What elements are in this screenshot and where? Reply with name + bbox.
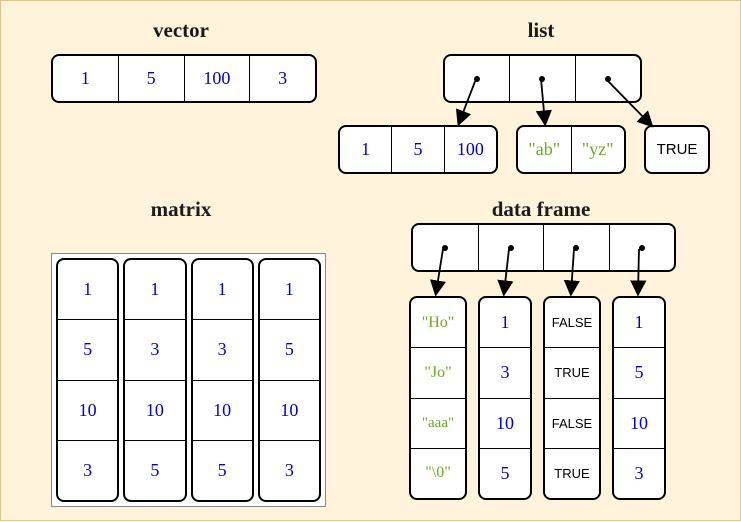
df-cell: 10 [614, 398, 664, 448]
df-cell: 1 [480, 298, 530, 347]
dataframe-col-logical: FALSE TRUE FALSE TRUE [543, 296, 601, 500]
matrix-cell: 10 [125, 380, 184, 440]
df-cell: 5 [480, 448, 530, 498]
matrix-box: 1 5 10 3 1 3 10 5 1 3 10 5 1 5 10 3 [51, 253, 326, 507]
list-parent-box [443, 54, 642, 103]
pointer-dot-icon [539, 76, 545, 82]
matrix-cell: 1 [125, 260, 184, 319]
df-cell: FALSE [545, 298, 599, 347]
matrix-cell: 10 [193, 380, 252, 440]
title-dataframe: data frame [441, 197, 641, 222]
matrix-cell: 3 [193, 319, 252, 379]
matrix-column: 1 5 10 3 [258, 258, 321, 502]
list-num-cell: 100 [444, 127, 496, 172]
pointer-dot-icon [639, 245, 645, 251]
dataframe-slot [413, 225, 478, 270]
df-cell: FALSE [545, 398, 599, 448]
vector-cell: 5 [118, 56, 184, 101]
dataframe-slot [609, 225, 675, 270]
df-cell: TRUE [545, 448, 599, 498]
list-num-cell: 1 [340, 127, 391, 172]
title-vector: vector [111, 18, 251, 43]
matrix-cell: 10 [260, 380, 319, 440]
matrix-column: 1 3 10 5 [123, 258, 186, 502]
list-num-cell: 5 [391, 127, 443, 172]
df-cell: "Jo" [411, 347, 465, 397]
list-str-cell: "yz" [571, 127, 625, 172]
vector-cell: 100 [184, 56, 250, 101]
vector-cell: 3 [249, 56, 315, 101]
matrix-cell: 3 [58, 440, 117, 500]
df-cell: 3 [614, 448, 664, 498]
matrix-cell: 1 [260, 260, 319, 319]
df-cell: 5 [614, 347, 664, 397]
df-cell: TRUE [545, 347, 599, 397]
df-cell: "aaa" [411, 398, 465, 448]
dataframe-col-num1: 1 3 10 5 [478, 296, 532, 500]
list-child-numeric: 1 5 100 [338, 125, 498, 174]
dataframe-parent-box [411, 223, 676, 272]
df-cell: 1 [614, 298, 664, 347]
matrix-cell: 3 [260, 440, 319, 500]
matrix-cell: 5 [260, 319, 319, 379]
list-lgl-cell: TRUE [646, 127, 708, 172]
dataframe-col-num2: 1 5 10 3 [612, 296, 666, 500]
matrix-column: 1 5 10 3 [56, 258, 119, 502]
matrix-cell: 10 [58, 380, 117, 440]
vector-cell: 1 [53, 56, 118, 101]
df-cell: 10 [480, 398, 530, 448]
df-cell: "Ho" [411, 298, 465, 347]
pointer-dot-icon [474, 76, 480, 82]
list-child-string: "ab" "yz" [516, 125, 626, 174]
df-cell: "\0" [411, 448, 465, 498]
vector-box: 1 5 100 3 [51, 54, 317, 103]
pointer-dot-icon [573, 245, 579, 251]
list-str-cell: "ab" [518, 127, 571, 172]
matrix-cell: 5 [125, 440, 184, 500]
title-list: list [481, 18, 601, 43]
title-matrix: matrix [111, 197, 251, 222]
dataframe-slot [543, 225, 609, 270]
dataframe-slot [478, 225, 544, 270]
matrix-cell: 3 [125, 319, 184, 379]
matrix-cell: 1 [193, 260, 252, 319]
pointer-dot-icon [605, 76, 611, 82]
diagram-canvas: vector list matrix data frame 1 5 100 3 … [0, 0, 741, 521]
list-slot [445, 56, 509, 101]
pointer-dot-icon [508, 245, 514, 251]
list-slot [575, 56, 640, 101]
matrix-cell: 1 [58, 260, 117, 319]
matrix-cell: 5 [58, 319, 117, 379]
list-child-logical: TRUE [644, 125, 710, 174]
matrix-cell: 5 [193, 440, 252, 500]
list-slot [509, 56, 574, 101]
matrix-column: 1 3 10 5 [191, 258, 254, 502]
pointer-dot-icon [442, 245, 448, 251]
dataframe-col-string: "Ho" "Jo" "aaa" "\0" [409, 296, 467, 500]
df-cell: 3 [480, 347, 530, 397]
